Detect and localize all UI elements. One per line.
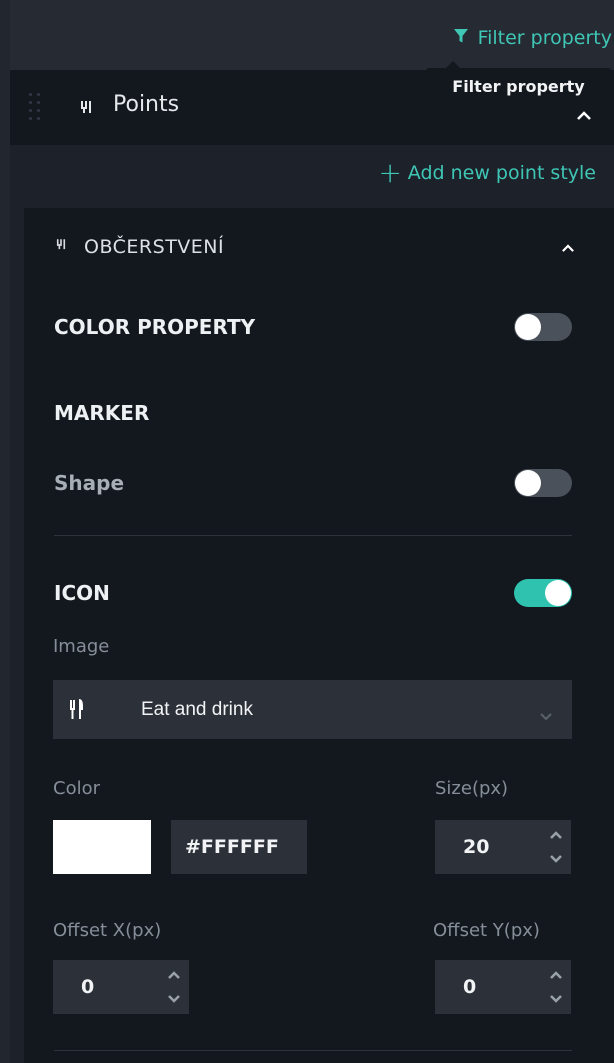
offset-y-value: 0 [463, 976, 477, 998]
divider [54, 535, 572, 536]
icon-row: ICON [54, 576, 572, 610]
image-select-value: Eat and drink [141, 698, 253, 720]
filter-property-button[interactable]: Filter property [453, 24, 612, 52]
stepper-arrows-icon[interactable] [549, 830, 563, 866]
color-label: Color [53, 778, 100, 799]
stepper-arrows-icon[interactable] [549, 970, 563, 1006]
points-title: Points [113, 92, 180, 117]
size-value: 20 [463, 836, 490, 858]
filter-property-label: Filter property [477, 27, 612, 49]
marker-heading: MARKER [54, 401, 150, 425]
chevron-down-icon [540, 706, 552, 721]
filter-property-tooltip: Filter property [426, 61, 611, 104]
image-select[interactable]: Eat and drink [53, 680, 572, 739]
divider [54, 1050, 572, 1051]
filter-icon [453, 27, 469, 49]
color-property-label: COLOR PROPERTY [54, 315, 256, 339]
style-title: OBČERSTVENÍ [84, 236, 225, 258]
style-header[interactable]: OBČERSTVENÍ [54, 230, 574, 264]
stepper-arrows-icon[interactable] [167, 970, 181, 1006]
drag-handle[interactable] [29, 93, 43, 123]
color-property-row: COLOR PROPERTY [54, 310, 572, 344]
offset-x-stepper[interactable]: 0 [53, 960, 189, 1014]
marker-heading-row: MARKER [54, 398, 572, 428]
offset-x-label: Offset X(px) [53, 920, 162, 941]
color-hex-input[interactable]: #FFFFFF [171, 820, 307, 874]
size-label: Size(px) [435, 778, 509, 799]
left-edge-strip [0, 0, 10, 1063]
fork-knife-icon [70, 698, 86, 720]
color-swatch[interactable] [53, 820, 151, 874]
point-style-panel: OBČERSTVENÍ COLOR PROPERTY MARKER Shape … [24, 208, 614, 1063]
add-new-point-style-button[interactable]: + Add new point style [378, 156, 596, 189]
offset-x-value: 0 [81, 976, 95, 998]
image-label: Image [53, 636, 110, 657]
add-new-point-style-label: Add new point style [407, 162, 596, 184]
shape-label: Shape [54, 471, 125, 495]
chevron-up-icon[interactable] [577, 106, 591, 120]
color-property-toggle[interactable] [514, 313, 572, 341]
chevron-up-icon[interactable] [562, 238, 574, 257]
size-stepper[interactable]: 20 [435, 820, 571, 874]
fork-knife-icon [80, 97, 92, 119]
top-toolbar: Filter property [10, 0, 614, 70]
icon-heading: ICON [54, 581, 110, 605]
plus-icon: + [378, 156, 402, 189]
offset-y-stepper[interactable]: 0 [435, 960, 571, 1014]
fork-knife-icon [56, 236, 66, 258]
shape-row: Shape [54, 466, 572, 500]
offset-y-label: Offset Y(px) [433, 920, 540, 941]
shape-toggle[interactable] [514, 469, 572, 497]
icon-toggle[interactable] [514, 579, 572, 607]
